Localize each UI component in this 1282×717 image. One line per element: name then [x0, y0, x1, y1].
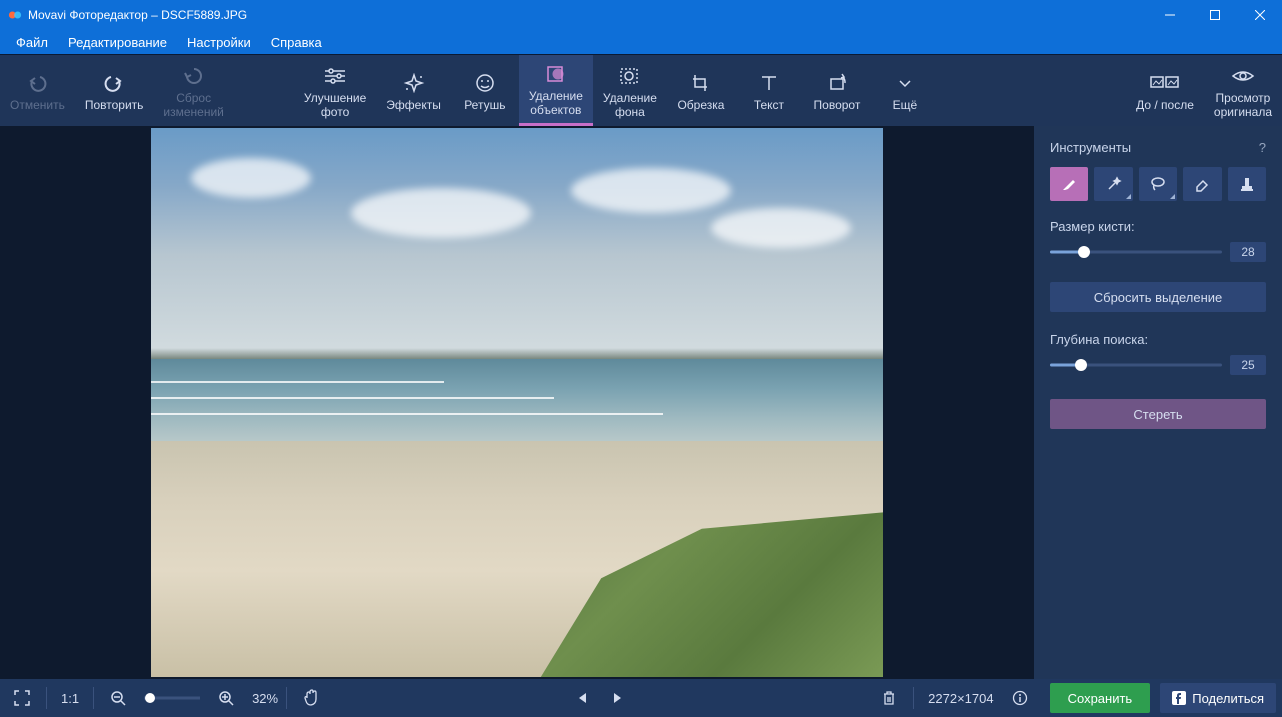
titlebar: Movavi Фоторедактор – DSCF5889.JPG: [0, 0, 1282, 30]
help-icon[interactable]: ?: [1259, 140, 1266, 155]
eye-icon: [1231, 62, 1255, 90]
prev-button[interactable]: [566, 682, 598, 714]
canvas-area[interactable]: [0, 126, 1034, 679]
text-icon: [757, 69, 781, 97]
undo-label: Отменить: [10, 99, 65, 113]
bg-remove-icon: [618, 62, 642, 90]
crop-icon: [689, 69, 713, 97]
rotate-icon: [825, 69, 849, 97]
side-panel: Инструменты ? Размер кисти: 28 Сбросить …: [1034, 126, 1282, 679]
menu-help[interactable]: Справка: [261, 33, 332, 52]
object-remove-icon: [544, 60, 568, 88]
zoom-in-button[interactable]: [210, 682, 242, 714]
reset-selection-button[interactable]: Сбросить выделение: [1050, 282, 1266, 312]
crop-label: Обрезка: [677, 99, 724, 113]
reset-icon: [183, 62, 205, 90]
object-removal-label: Удаление объектов: [529, 90, 583, 118]
bg-removal-button[interactable]: Удаление фона: [593, 55, 667, 126]
enhance-label: Улучшение фото: [304, 92, 366, 120]
before-after-icon: [1150, 69, 1180, 97]
object-removal-button[interactable]: Удаление объектов: [519, 55, 593, 126]
zoom-out-button[interactable]: [102, 682, 134, 714]
brush-tool[interactable]: [1050, 167, 1088, 201]
photo-preview: [151, 128, 883, 677]
redo-icon: [103, 69, 125, 97]
undo-icon: [26, 69, 48, 97]
eraser-tool[interactable]: [1183, 167, 1221, 201]
brush-size-slider[interactable]: [1050, 245, 1222, 259]
save-button[interactable]: Сохранить: [1050, 683, 1151, 713]
maximize-button[interactable]: [1192, 0, 1237, 30]
tool-selector: [1050, 167, 1266, 201]
sparkle-icon: [402, 69, 426, 97]
minimize-button[interactable]: [1147, 0, 1192, 30]
face-icon: [473, 69, 497, 97]
stamp-tool[interactable]: [1228, 167, 1266, 201]
sliders-icon: [323, 62, 347, 90]
facebook-icon: [1172, 691, 1186, 705]
redo-button[interactable]: Повторить: [75, 55, 154, 126]
lasso-tool[interactable]: [1139, 167, 1177, 201]
delete-button[interactable]: [873, 682, 905, 714]
text-button[interactable]: Текст: [735, 55, 803, 126]
hand-tool-button[interactable]: [295, 682, 327, 714]
actual-size-button[interactable]: 1:1: [55, 682, 85, 714]
retouch-button[interactable]: Ретушь: [451, 55, 519, 126]
app-logo-icon: [8, 8, 22, 22]
next-button[interactable]: [602, 682, 634, 714]
reset-button[interactable]: Сброс изменений: [153, 55, 233, 126]
text-label: Текст: [754, 99, 784, 113]
main-area: Инструменты ? Размер кисти: 28 Сбросить …: [0, 126, 1282, 679]
menu-edit[interactable]: Редактирование: [58, 33, 177, 52]
brush-size-value: 28: [1230, 242, 1266, 262]
fullscreen-button[interactable]: [6, 682, 38, 714]
menu-file[interactable]: Файл: [6, 33, 58, 52]
image-dimensions: 2272×1704: [928, 691, 993, 706]
info-button[interactable]: [1004, 682, 1036, 714]
reset-label: Сброс изменений: [163, 92, 223, 120]
before-after-button[interactable]: До / после: [1126, 55, 1204, 126]
search-depth-value: 25: [1230, 355, 1266, 375]
rotate-label: Поворот: [814, 99, 861, 113]
brush-size-label: Размер кисти:: [1050, 219, 1266, 234]
zoom-percent: 32%: [252, 691, 278, 706]
more-button[interactable]: Ещё: [871, 55, 939, 126]
view-original-label: Просмотр оригинала: [1214, 92, 1272, 120]
panel-title: Инструменты: [1050, 140, 1131, 155]
bg-removal-label: Удаление фона: [603, 92, 657, 120]
retouch-label: Ретушь: [464, 99, 505, 113]
menu-settings[interactable]: Настройки: [177, 33, 261, 52]
more-label: Ещё: [893, 99, 918, 113]
before-after-label: До / после: [1136, 99, 1194, 113]
erase-button[interactable]: Стереть: [1050, 399, 1266, 429]
chevron-down-icon: [897, 69, 913, 97]
share-button[interactable]: Поделиться: [1160, 683, 1276, 713]
magic-wand-tool[interactable]: [1094, 167, 1132, 201]
view-original-button[interactable]: Просмотр оригинала: [1204, 55, 1282, 126]
rotate-button[interactable]: Поворот: [803, 55, 871, 126]
undo-button[interactable]: Отменить: [0, 55, 75, 126]
redo-label: Повторить: [85, 99, 144, 113]
search-depth-label: Глубина поиска:: [1050, 332, 1266, 347]
app-title: Movavi Фоторедактор – DSCF5889.JPG: [28, 8, 247, 22]
effects-button[interactable]: Эффекты: [376, 55, 451, 126]
enhance-button[interactable]: Улучшение фото: [294, 55, 376, 126]
close-button[interactable]: [1237, 0, 1282, 30]
effects-label: Эффекты: [386, 99, 441, 113]
zoom-slider[interactable]: [144, 691, 200, 705]
crop-button[interactable]: Обрезка: [667, 55, 735, 126]
menubar: Файл Редактирование Настройки Справка: [0, 30, 1282, 54]
statusbar: 1:1 32% 2272×1704 Сохранить Поделиться: [0, 679, 1282, 717]
search-depth-slider[interactable]: [1050, 358, 1222, 372]
toolbar: Отменить Повторить Сброс изменений Улучш…: [0, 54, 1282, 126]
